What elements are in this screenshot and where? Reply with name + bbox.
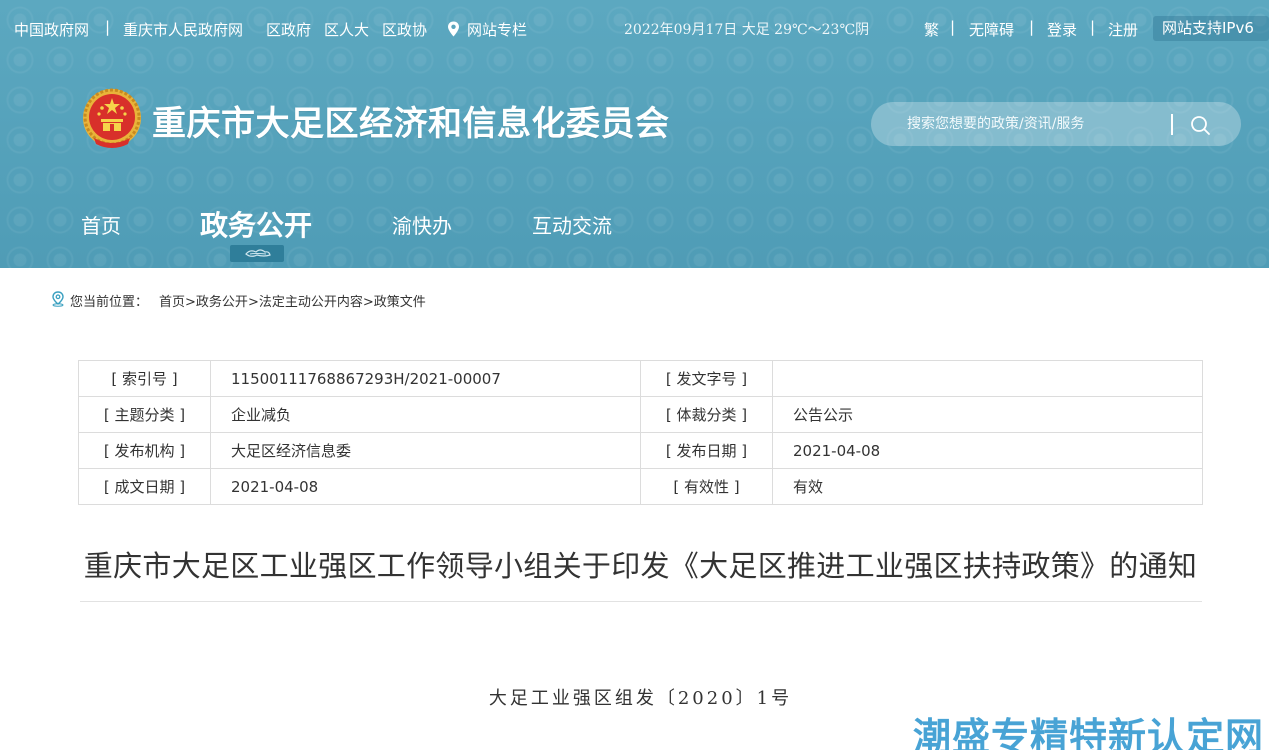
breadcrumb-policy-documents[interactable]: 政策文件: [374, 295, 426, 310]
title-divider: [80, 601, 1202, 602]
site-header: 中国政府网 | 重庆市人民政府网 区政府 区人大 区政协 网站专栏 2022年0…: [0, 0, 1269, 268]
publish-date-label: [ 发布日期 ]: [640, 432, 773, 469]
main-nav: 首页 政务公开 渝快办 互动交流: [0, 200, 1269, 268]
search-input[interactable]: [907, 113, 1147, 135]
publish-date-value: 2021-04-08: [772, 432, 1203, 469]
login-link[interactable]: 登录: [1047, 19, 1077, 40]
search-divider: [1171, 114, 1173, 135]
table-row: [ 发布机构 ] 大足区经济信息委 [ 发布日期 ] 2021-04-08: [78, 432, 1203, 469]
genre-value: 公告公示: [772, 396, 1203, 433]
date-weather: 2022年09月17日 大足 29℃～23℃阴: [624, 22, 870, 38]
link-district-gov[interactable]: 区政府: [266, 19, 311, 40]
breadcrumb-trail: 首页>政务公开>法定主动公开内容>政策文件: [159, 291, 426, 310]
separator: |: [1029, 18, 1035, 36]
table-row: [ 主题分类 ] 企业减负 [ 体裁分类 ] 公告公示: [78, 396, 1203, 433]
national-emblem-icon: [83, 88, 141, 148]
validity-label: [ 有效性 ]: [640, 468, 773, 505]
validity-value: 有效: [772, 468, 1203, 505]
nav-item-yukuaiban[interactable]: 渝快办: [392, 210, 452, 239]
separator: |: [1090, 18, 1096, 36]
written-date-value: 2021-04-08: [210, 468, 641, 505]
breadcrumb-statutory-content[interactable]: 法定主动公开内容: [259, 295, 363, 310]
watermark: 潮盛专精特新认定网: [913, 715, 1265, 750]
document-info-table: [ 索引号 ] 11500111768867293H/2021-00007 [ …: [78, 360, 1203, 505]
separator: |: [105, 18, 111, 36]
topic-label: [ 主题分类 ]: [78, 396, 211, 433]
table-row: [ 成文日期 ] 2021-04-08 [ 有效性 ] 有效: [78, 468, 1203, 505]
accessibility-link[interactable]: 无障碍: [969, 19, 1014, 40]
doc-no-value: [772, 360, 1203, 397]
link-special-column[interactable]: 网站专栏: [467, 19, 527, 40]
breadcrumb-separator: >: [247, 295, 259, 310]
breadcrumb-label: 您当前位置：: [70, 295, 149, 310]
traditional-chinese-link[interactable]: 繁: [924, 19, 939, 40]
topic-value: 企业减负: [210, 396, 641, 433]
link-district-cppcc[interactable]: 区政协: [382, 19, 427, 40]
separator: |: [950, 18, 956, 36]
article-title: 重庆市大足区工业强区工作领导小组关于印发《大足区推进工业强区扶持政策》的通知: [83, 549, 1198, 583]
link-district-npc[interactable]: 区人大: [324, 19, 369, 40]
search-icon[interactable]: [1189, 114, 1211, 136]
breadcrumb-government-affairs[interactable]: 政务公开: [196, 295, 248, 310]
nav-active-indicator: [230, 245, 284, 262]
top-bar: 中国政府网 | 重庆市人民政府网 区政府 区人大 区政协 网站专栏 2022年0…: [0, 0, 1269, 58]
publisher-value: 大足区经济信息委: [210, 432, 641, 469]
ipv6-badge: 网站支持IPv6: [1153, 16, 1269, 41]
breadcrumb-home[interactable]: 首页: [159, 295, 185, 310]
publisher-label: [ 发布机构 ]: [78, 432, 211, 469]
nav-item-interaction[interactable]: 互动交流: [532, 210, 612, 239]
breadcrumb-separator: >: [362, 295, 374, 310]
link-cq-gov[interactable]: 重庆市人民政府网: [123, 19, 243, 40]
index-no-label: [ 索引号 ]: [78, 360, 211, 397]
search-box: [871, 102, 1241, 146]
doc-no-label: [ 发文字号 ]: [640, 360, 773, 397]
written-date-label: [ 成文日期 ]: [78, 468, 211, 505]
location-pin-icon: [448, 21, 459, 37]
site-title: 重庆市大足区经济和信息化委员会: [152, 104, 670, 144]
location-icon: [52, 291, 64, 307]
breadcrumb-separator: >: [185, 295, 196, 310]
link-gov-cn[interactable]: 中国政府网: [14, 19, 89, 40]
table-row: [ 索引号 ] 11500111768867293H/2021-00007 [ …: [78, 360, 1203, 397]
nav-item-home[interactable]: 首页: [81, 210, 121, 239]
cloud-ornament-icon: [245, 249, 271, 257]
index-no-value: 11500111768867293H/2021-00007: [210, 360, 641, 397]
genre-label: [ 体裁分类 ]: [640, 396, 773, 433]
register-link[interactable]: 注册: [1108, 19, 1138, 40]
nav-item-government-affairs[interactable]: 政务公开: [200, 204, 312, 244]
